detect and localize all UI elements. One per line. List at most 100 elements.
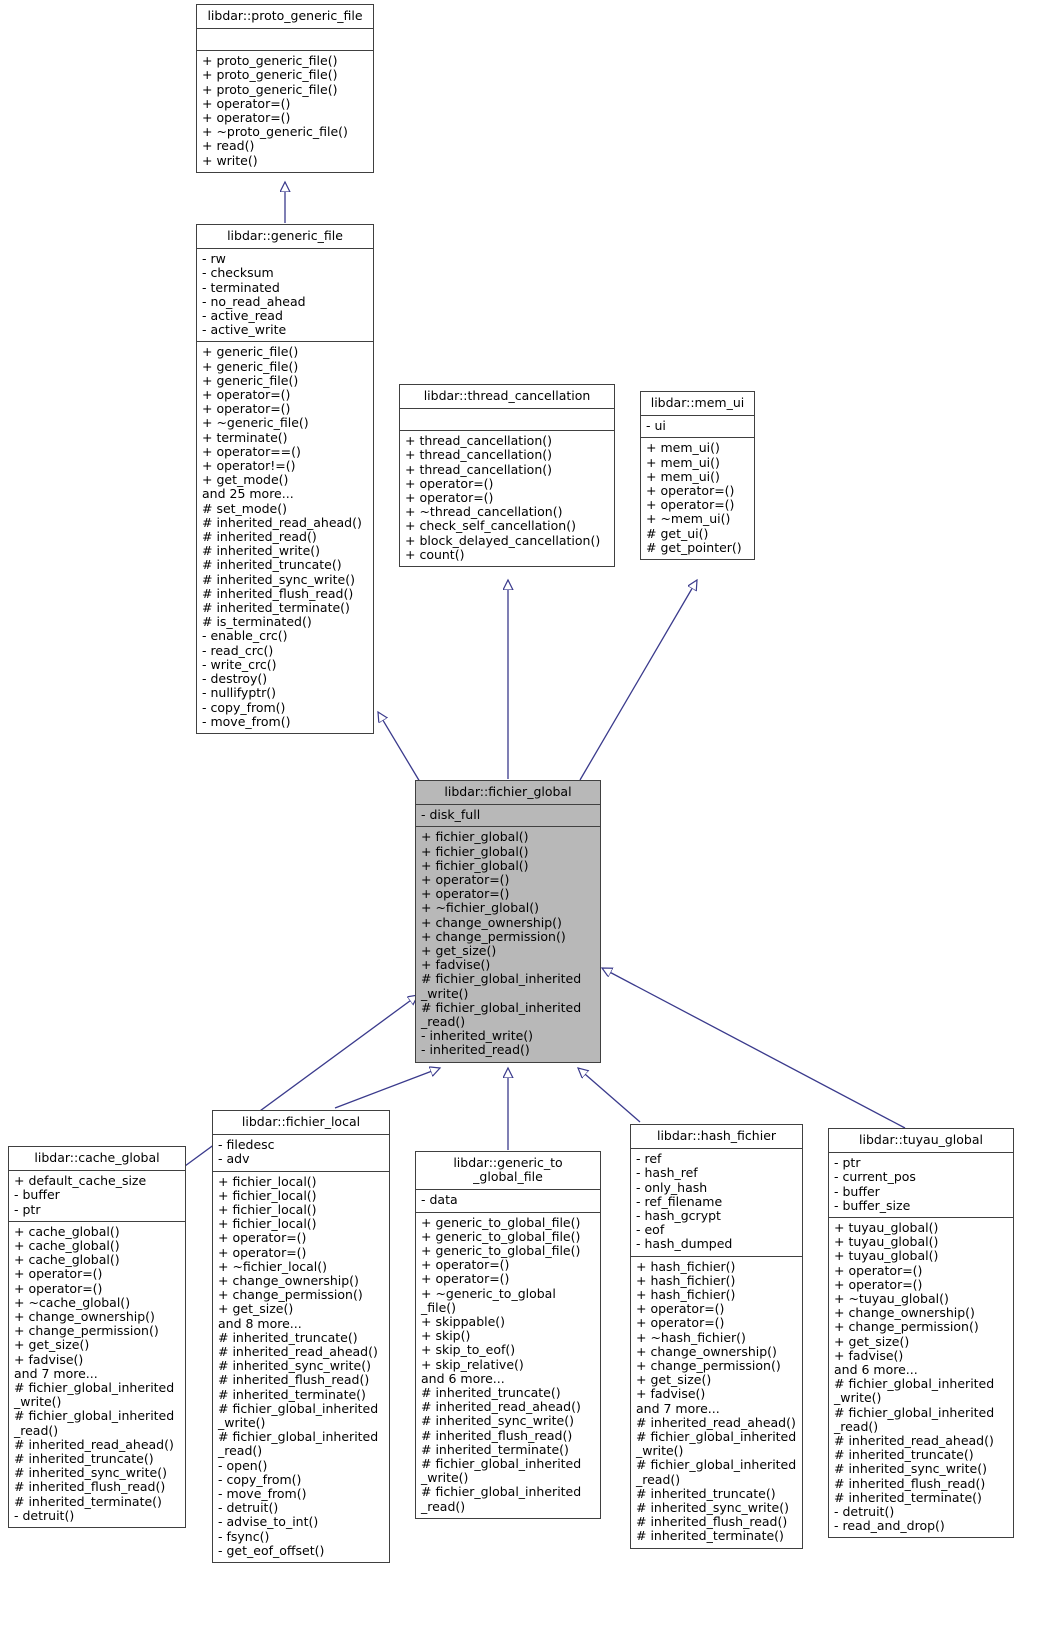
operation-row: + generic_file() [202, 372, 299, 388]
operation-row: # inherited_read_ahead() [421, 1399, 581, 1415]
operation-row: + fichier_global() [421, 857, 529, 873]
operation-row: # fichier_global_inherited _read() [834, 1404, 995, 1434]
class-operations-fichier-local: + fichier_local() + fichier_local() + fi… [213, 1172, 389, 1562]
class-attributes-generic-to-global-file: - data [416, 1190, 600, 1213]
operation-row: + thread_cancellation() [405, 461, 552, 477]
operation-row: and 7 more... [14, 1365, 98, 1381]
attribute-row: - checksum [202, 265, 274, 281]
operation-row: # inherited_sync_write() [14, 1465, 167, 1481]
operation-row: # inherited_terminate() [636, 1528, 784, 1544]
operation-row: and 7 more... [636, 1400, 720, 1416]
operation-row: and 8 more... [218, 1315, 302, 1331]
class-attributes-hash-fichier: - ref - hash_ref - only_hash - ref_filen… [631, 1149, 802, 1257]
operation-row: + change_ownership() [421, 914, 562, 930]
operation-row: + operator=() [218, 1230, 307, 1246]
operation-row: # get_ui() [646, 525, 709, 541]
operation-row: + ~generic_to_global _file() [421, 1285, 556, 1315]
attribute-row: - eof [636, 1222, 665, 1238]
operation-row: + mem_ui() [646, 440, 720, 456]
attribute-row: - ui [646, 418, 666, 434]
class-attributes-fichier-local: - filedesc - adv [213, 1135, 389, 1172]
operation-row: + operator=() [421, 1271, 510, 1287]
operation-row: - read_and_drop() [834, 1518, 945, 1534]
class-operations-generic-file: + generic_file() + generic_file() + gene… [197, 342, 373, 732]
class-operations-thread-cancellation: + thread_cancellation() + thread_cancell… [400, 431, 614, 566]
operation-row: # inherited_sync_write() [421, 1413, 574, 1429]
attribute-row: - ref [636, 1151, 662, 1167]
operation-row: + fadvise() [636, 1386, 706, 1402]
class-attributes-cache-global: + default_cache_size - buffer - ptr [9, 1171, 185, 1222]
operation-row: # inherited_sync_write() [218, 1358, 371, 1374]
class-operations-generic-to-global-file: + generic_to_global_file() + generic_to_… [416, 1213, 600, 1518]
class-box-hash-fichier[interactable]: libdar::hash_fichier - ref - hash_ref - … [630, 1124, 803, 1549]
operation-row: + fichier_local() [218, 1187, 317, 1203]
operation-row: + generic_to_global_file() [421, 1243, 581, 1259]
operation-row: - enable_crc() [202, 628, 288, 644]
class-box-fichier-global[interactable]: libdar::fichier_global - disk_full + fic… [415, 780, 601, 1063]
operation-row: + proto_generic_file() [202, 67, 338, 83]
edge-fichier-local-to-fichier-global [334, 1068, 440, 1109]
operation-row: + write() [202, 152, 258, 168]
operation-row: + skip_to_eof() [421, 1342, 516, 1358]
operation-row: # inherited_truncate() [421, 1385, 561, 1401]
class-box-mem-ui[interactable]: libdar::mem_ui - ui + mem_ui() + mem_ui(… [640, 391, 755, 561]
operation-row: + operator=() [405, 490, 494, 506]
operation-row: + operator=() [14, 1280, 103, 1296]
operation-row: + get_size() [14, 1337, 90, 1353]
class-box-tuyau-global[interactable]: libdar::tuyau_global - ptr - current_pos… [828, 1128, 1014, 1539]
operation-row: + ~fichier_local() [218, 1258, 328, 1274]
operation-row: - inherited_read() [421, 1042, 530, 1058]
class-title-generic-to-global-file: libdar::generic_to _global_file [416, 1152, 600, 1191]
operation-row: + fichier_local() [218, 1202, 317, 1218]
edge-tuyau-global-to-fichier-global [602, 968, 906, 1129]
operation-row: + operator=() [421, 1257, 510, 1273]
operation-row: + tuyau_global() [834, 1220, 939, 1236]
operation-row: + ~tuyau_global() [834, 1291, 949, 1307]
operation-row: + operator=() [421, 886, 510, 902]
operation-row: # inherited_terminate() [202, 600, 350, 616]
class-title-fichier-local: libdar::fichier_local [213, 1111, 389, 1136]
operation-row: # fichier_global_inherited _read() [14, 1408, 175, 1438]
operation-row: + block_delayed_cancellation() [405, 532, 601, 548]
class-box-generic-to-global-file[interactable]: libdar::generic_to _global_file - data +… [415, 1151, 601, 1519]
operation-row: + get_size() [218, 1301, 294, 1317]
operation-row: + cache_global() [14, 1252, 120, 1268]
operation-row: # fichier_global_inherited _read() [421, 999, 582, 1030]
operation-row: + fichier_global() [421, 843, 529, 859]
operation-row: + ~cache_global() [14, 1294, 131, 1310]
operation-row: # fichier_global_inherited _write() [421, 971, 582, 1001]
class-box-fichier-local[interactable]: libdar::fichier_local - filedesc - adv +… [212, 1110, 390, 1564]
class-title-tuyau-global: libdar::tuyau_global [829, 1129, 1013, 1154]
operation-row: - fsync() [218, 1528, 270, 1544]
operation-row: # inherited_terminate() [14, 1493, 162, 1509]
attribute-row: - rw [202, 251, 226, 267]
operation-row: # fichier_global_inherited _write() [218, 1400, 379, 1431]
attribute-row: - ref_filename [636, 1193, 723, 1209]
class-attributes-generic-file: - rw - checksum - terminated - no_read_a… [197, 249, 373, 343]
attribute-row: - data [421, 1192, 458, 1208]
operation-row: + operator=() [646, 483, 735, 499]
operation-row: + skip() [421, 1328, 471, 1344]
operation-row: + hash_fichier() [636, 1287, 736, 1303]
operation-row: # inherited_terminate() [218, 1386, 366, 1402]
class-attributes-tuyau-global: - ptr - current_pos - buffer - buffer_si… [829, 1153, 1013, 1219]
class-box-generic-file[interactable]: libdar::generic_file - rw - checksum - t… [196, 224, 374, 734]
class-box-proto-generic-file[interactable]: libdar::proto_generic_file + proto_gener… [196, 4, 374, 173]
class-title-hash-fichier: libdar::hash_fichier [631, 1125, 802, 1150]
operation-row: + get_size() [421, 943, 497, 959]
operation-row: # inherited_truncate() [14, 1451, 154, 1467]
class-attributes-fichier-global: - disk_full [416, 805, 600, 828]
class-box-thread-cancellation[interactable]: libdar::thread_cancellation + thread_can… [399, 384, 615, 568]
operation-row: + operator=() [421, 872, 510, 888]
operation-row: - read_crc() [202, 642, 274, 658]
operation-row: - detruit() [834, 1504, 895, 1520]
attribute-row: - ptr [834, 1155, 861, 1171]
class-box-cache-global[interactable]: libdar::cache_global + default_cache_siz… [8, 1146, 186, 1529]
class-operations-tuyau-global: + tuyau_global() + tuyau_global() + tuya… [829, 1218, 1013, 1537]
attribute-row: - no_read_ahead [202, 293, 306, 309]
class-title-proto-generic-file: libdar::proto_generic_file [197, 5, 373, 30]
operation-row: + operator=() [202, 387, 291, 403]
operation-row: + terminate() [202, 429, 288, 445]
operation-row: # fichier_global_inherited _write() [834, 1376, 995, 1406]
operation-row: + operator==() [202, 443, 301, 459]
